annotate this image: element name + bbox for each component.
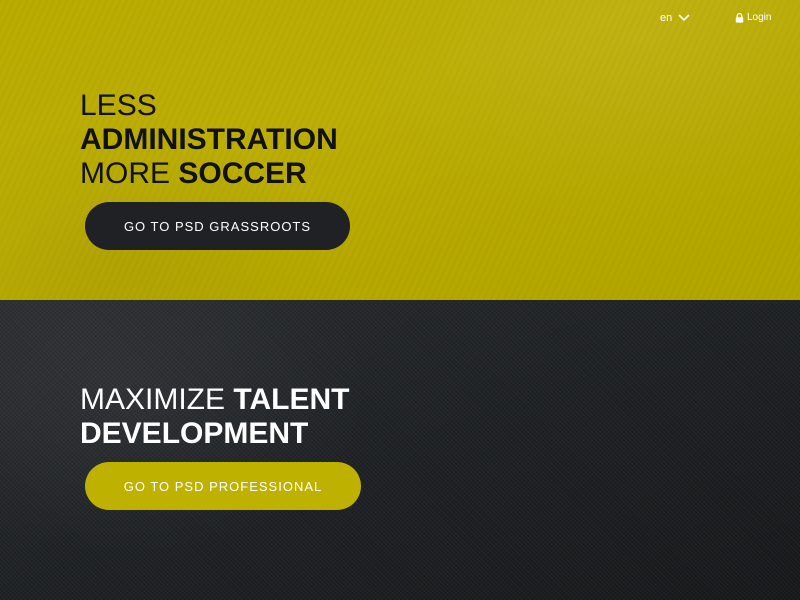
grassroots-headline-line3-bold: SOCCER (178, 157, 307, 190)
grassroots-headline-line1: LESS (80, 89, 157, 122)
go-to-professional-button[interactable]: GO TO PSD PROFESSIONAL (85, 462, 361, 510)
language-selector[interactable]: en (660, 12, 690, 24)
chevron-down-icon (678, 14, 690, 22)
go-to-grassroots-button[interactable]: GO TO PSD GRASSROOTS (85, 202, 350, 250)
grassroots-headline-line2: ADMINISTRATION (80, 123, 338, 156)
professional-headline: MAXIMIZE TALENT DEVELOPMENT (80, 383, 349, 451)
grassroots-headline-line3-normal: MORE (80, 157, 170, 190)
login-label: Login (747, 12, 772, 23)
professional-headline-line1-normal: MAXIMIZE (80, 383, 226, 416)
grassroots-headline: LESS ADMINISTRATION MORE SOCCER (80, 89, 338, 191)
go-to-grassroots-label: GO TO PSD GRASSROOTS (123, 218, 312, 234)
language-label: en (660, 12, 673, 24)
lock-icon (735, 12, 744, 23)
go-to-professional-label: GO TO PSD PROFESSIONAL (123, 478, 323, 494)
professional-headline-line1-bold: TALENT (233, 383, 350, 416)
login-link[interactable]: Login (735, 12, 771, 23)
professional-headline-line2: DEVELOPMENT (80, 417, 309, 450)
